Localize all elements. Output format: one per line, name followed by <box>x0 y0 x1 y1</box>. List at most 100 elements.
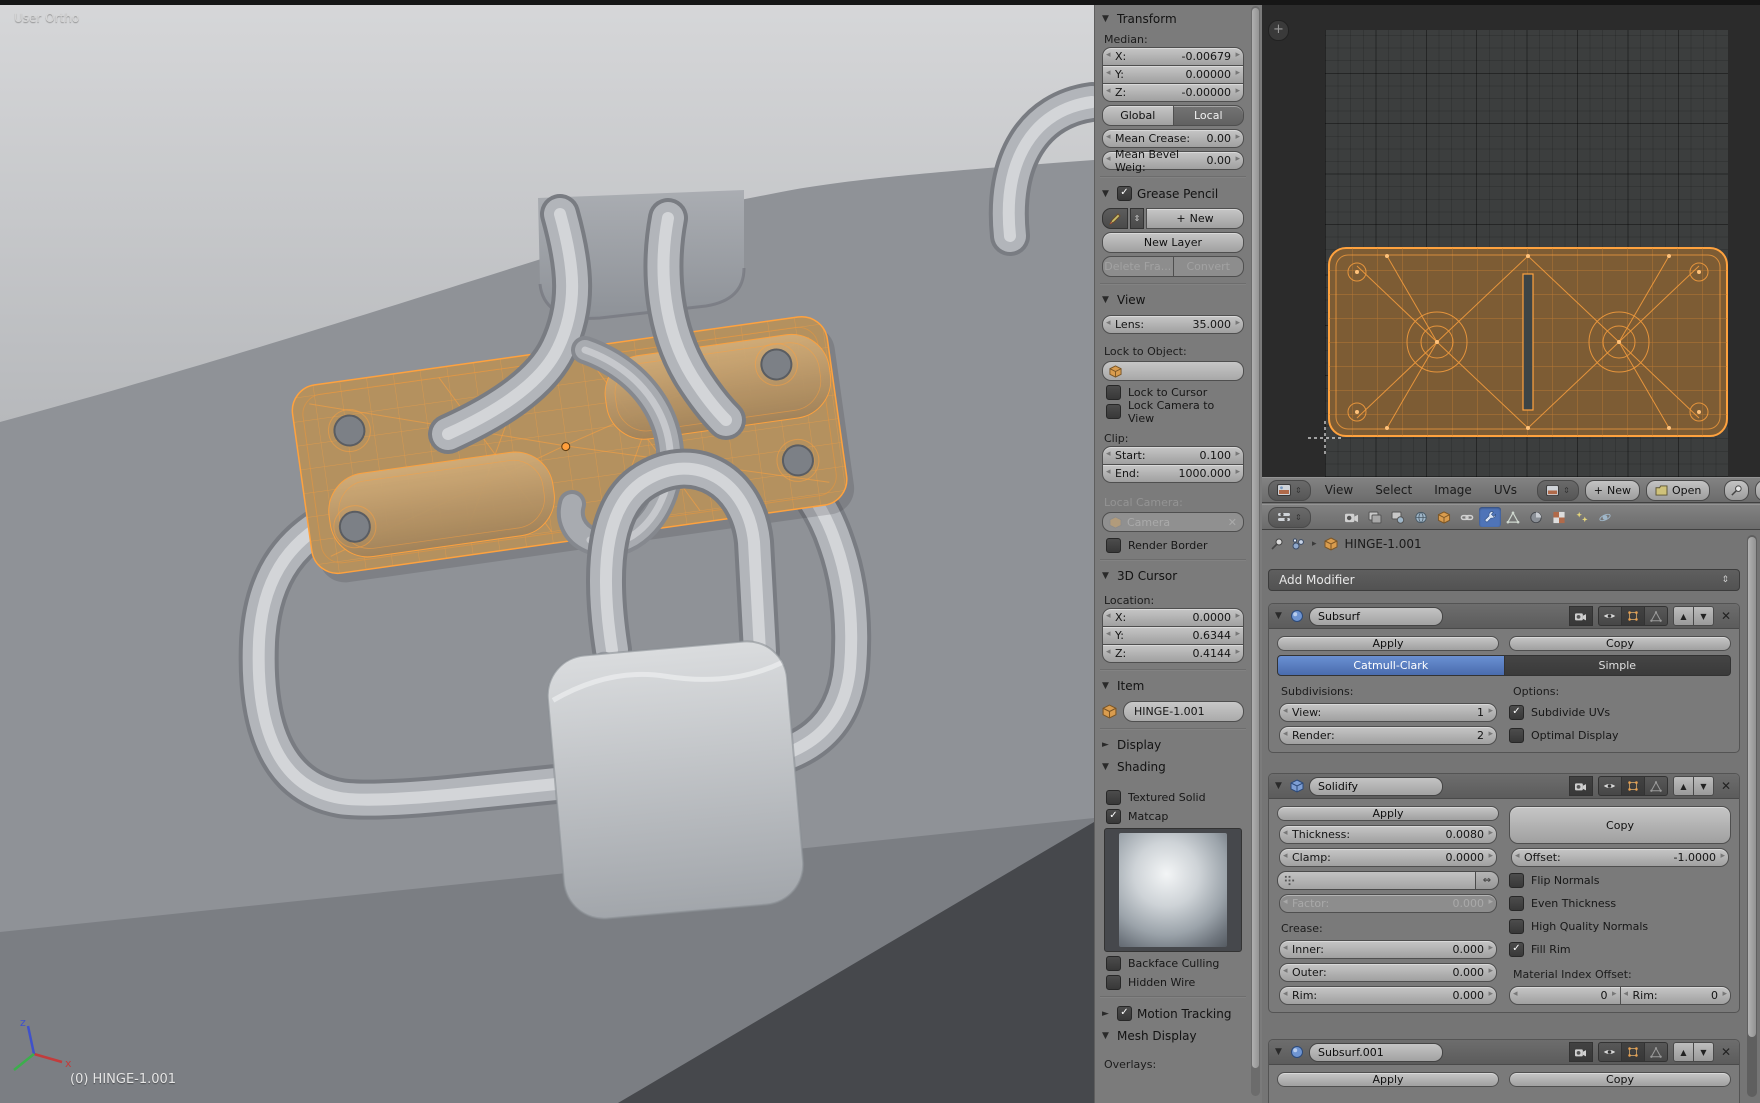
delete-modifier-button[interactable]: ✕ <box>1719 609 1733 623</box>
tab-world[interactable] <box>1410 507 1432 527</box>
tab-render[interactable] <box>1341 507 1363 527</box>
panel-header-transform[interactable]: ▼ Transform <box>1100 8 1246 30</box>
tab-render-layers[interactable] <box>1364 507 1386 527</box>
viewport-visibility-toggle[interactable] <box>1597 1042 1622 1062</box>
catmull-clark-button[interactable]: Catmull-Clark <box>1277 655 1505 676</box>
median-z-field[interactable]: Z: -0.00000 <box>1102 84 1244 102</box>
menu-uvs[interactable]: UVs <box>1486 483 1525 497</box>
modifier-header[interactable]: ▼ Subsurf.001 ▲ ▼ ✕ <box>1269 1040 1739 1065</box>
render-visibility-toggle[interactable] <box>1568 606 1593 626</box>
move-modifier-up-button[interactable]: ▲ <box>1672 606 1694 626</box>
delete-modifier-button[interactable]: ✕ <box>1719 1045 1733 1059</box>
pin-icon[interactable] <box>1270 537 1284 551</box>
even-thickness-toggle[interactable]: Even Thickness <box>1509 896 1731 911</box>
crease-inner-field[interactable]: Inner: 0.000 <box>1279 940 1497 959</box>
expand-triangle-icon[interactable]: ▼ <box>1275 1047 1285 1057</box>
viewport-visibility-toggle[interactable] <box>1597 606 1622 626</box>
viewport-visibility-toggle[interactable] <box>1597 776 1622 796</box>
rim-index-field[interactable]: Rim: 0 <box>1620 986 1731 1005</box>
vertex-group-field[interactable] <box>1277 871 1476 890</box>
object-context-icon[interactable] <box>1291 537 1305 551</box>
expand-triangle-icon[interactable]: ▼ <box>1275 781 1285 791</box>
clip-end-field[interactable]: End: 1000.000 <box>1102 465 1244 483</box>
tab-scene[interactable] <box>1387 507 1409 527</box>
image-browse-button[interactable]: ⇕ <box>1537 479 1579 501</box>
mean-crease-field[interactable]: Mean Crease: 0.00 <box>1102 129 1244 148</box>
copy-button[interactable]: Copy <box>1509 1072 1731 1087</box>
tab-texture[interactable] <box>1548 507 1570 527</box>
render-visibility-toggle[interactable] <box>1568 776 1593 796</box>
apply-button[interactable]: Apply <box>1277 636 1499 651</box>
flip-normals-toggle[interactable]: Flip Normals <box>1509 873 1731 888</box>
global-button[interactable]: Global <box>1102 105 1174 126</box>
pin-button[interactable] <box>1724 479 1750 501</box>
simple-button[interactable]: Simple <box>1504 655 1731 676</box>
cage-toggle[interactable] <box>1644 776 1668 796</box>
factor-field[interactable]: Factor: 0.000 <box>1279 894 1497 913</box>
render-border-toggle[interactable]: Render Border <box>1106 538 1240 553</box>
lens-field[interactable]: Lens: 35.000 <box>1102 315 1244 334</box>
panel-header-display[interactable]: ► Display <box>1100 734 1246 756</box>
panel-header-shading[interactable]: ▼ Shading <box>1100 756 1246 778</box>
scrollbar-thumb[interactable] <box>1252 8 1259 1068</box>
panel-header-item[interactable]: ▼ Item <box>1100 675 1246 697</box>
move-modifier-up-button[interactable]: ▲ <box>1672 776 1694 796</box>
grease-pencil-checkbox[interactable]: ✓ <box>1117 186 1132 201</box>
edit-mode-toggle[interactable] <box>1621 1042 1645 1062</box>
subsurf-render-field[interactable]: Render: 2 <box>1279 726 1497 745</box>
matcap-preview[interactable] <box>1104 828 1242 952</box>
modifier-header[interactable]: ▼ Subsurf ▲ ▼ ✕ <box>1269 604 1739 629</box>
hidden-wire-toggle[interactable]: Hidden Wire <box>1106 975 1240 990</box>
invert-vertex-group-button[interactable]: ⇔ <box>1476 871 1499 890</box>
local-camera-field[interactable]: Camera ✕ <box>1102 512 1244 532</box>
edit-mode-toggle[interactable] <box>1621 606 1645 626</box>
move-modifier-down-button[interactable]: ▼ <box>1693 776 1714 796</box>
editor-type-button[interactable]: ⇕ <box>1268 479 1311 501</box>
tab-particles[interactable] <box>1571 507 1593 527</box>
menu-select[interactable]: Select <box>1367 483 1420 497</box>
cage-toggle[interactable] <box>1644 606 1668 626</box>
panel-header-grease-pencil[interactable]: ▼ ✓ Grease Pencil <box>1100 182 1246 205</box>
clamp-field[interactable]: Clamp: 0.0000 <box>1279 848 1497 867</box>
delete-modifier-button[interactable]: ✕ <box>1719 779 1733 793</box>
crease-rim-field[interactable]: Rim: 0.000 <box>1279 986 1497 1005</box>
move-modifier-down-button[interactable]: ▼ <box>1693 1042 1714 1062</box>
edit-mode-toggle[interactable] <box>1621 776 1645 796</box>
modifier-name-field[interactable]: Subsurf <box>1309 606 1443 626</box>
region-expand-button[interactable]: + <box>1268 20 1289 41</box>
sidebar-scrollbar[interactable] <box>1251 6 1260 1096</box>
viewport-3d[interactable]: User Ortho x z (0) HINGE-1.001 <box>0 0 1094 1103</box>
modifier-name-field[interactable]: Subsurf.001 <box>1309 1042 1443 1062</box>
move-modifier-down-button[interactable]: ▼ <box>1693 606 1714 626</box>
apply-button[interactable]: Apply <box>1277 1072 1499 1087</box>
add-modifier-dropdown[interactable]: Add Modifier ⇕ <box>1268 569 1740 591</box>
grease-pencil-icon[interactable] <box>1102 208 1128 229</box>
motion-tracking-checkbox[interactable]: ✓ <box>1117 1006 1132 1021</box>
cursor-y-field[interactable]: Y: 0.6344 <box>1102 627 1244 645</box>
move-modifier-up-button[interactable]: ▲ <box>1672 1042 1694 1062</box>
clear-icon[interactable]: ✕ <box>1228 516 1237 529</box>
material-index-field[interactable]: 0 <box>1509 986 1621 1005</box>
tab-modifiers[interactable] <box>1478 507 1501 527</box>
scrollbar-thumb[interactable] <box>1748 537 1756 1037</box>
lock-to-object-field[interactable] <box>1102 361 1244 381</box>
tab-physics[interactable] <box>1594 507 1616 527</box>
menu-image[interactable]: Image <box>1426 483 1480 497</box>
panel-header-3d-cursor[interactable]: ▼ 3D Cursor <box>1100 565 1246 587</box>
new-layer-button[interactable]: New Layer <box>1102 232 1244 253</box>
fill-rim-toggle[interactable]: ✓ Fill Rim <box>1509 942 1731 957</box>
thickness-field[interactable]: Thickness: 0.0080 <box>1279 825 1497 844</box>
tab-material[interactable] <box>1525 507 1547 527</box>
copy-button[interactable]: Copy <box>1509 636 1731 651</box>
delete-frame-button[interactable]: Delete Fra... <box>1102 256 1174 277</box>
editor-type-button[interactable]: ⇕ <box>1268 506 1311 528</box>
clip-start-field[interactable]: Start: 0.100 <box>1102 446 1244 465</box>
tab-object[interactable] <box>1433 507 1455 527</box>
grease-pencil-new-button[interactable]: + New <box>1146 208 1244 229</box>
lock-camera-toggle[interactable]: Lock Camera to View <box>1106 399 1240 425</box>
expand-triangle-icon[interactable]: ▼ <box>1275 611 1285 621</box>
offset-field[interactable]: Offset: -1.0000 <box>1511 848 1729 867</box>
subsurf-view-field[interactable]: View: 1 <box>1279 703 1497 722</box>
image-new-button[interactable]: + New <box>1584 479 1640 501</box>
crease-outer-field[interactable]: Outer: 0.000 <box>1279 963 1497 982</box>
